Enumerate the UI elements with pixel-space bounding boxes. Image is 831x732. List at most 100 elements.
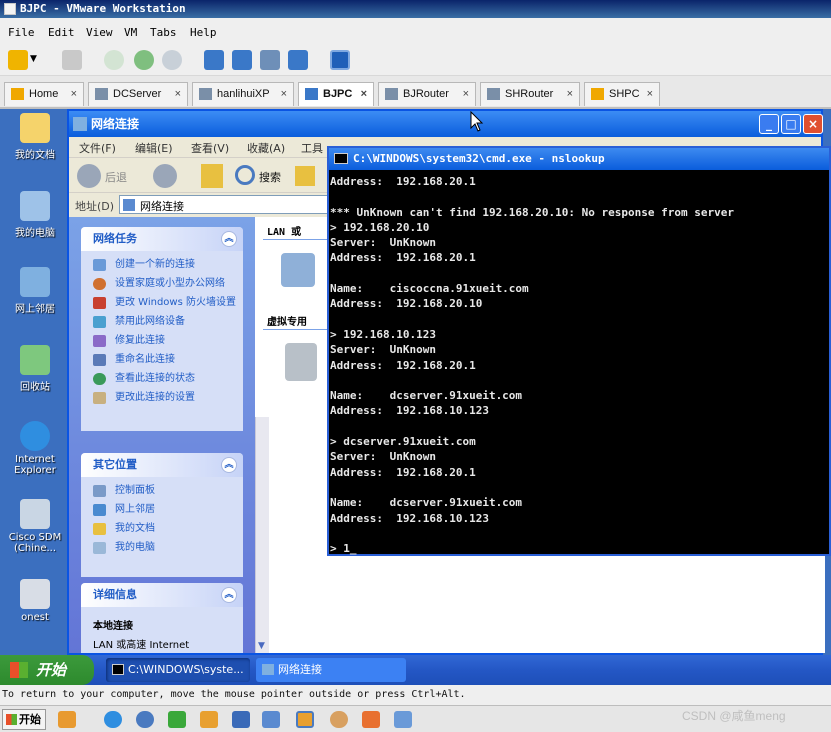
desktop-icon-internet-explorer[interactable]: Internet Explorer <box>2 421 68 476</box>
close-icon[interactable]: × <box>567 83 573 105</box>
menu-edit[interactable]: Edit <box>48 26 75 39</box>
menu-file[interactable]: 文件(F) <box>79 140 116 156</box>
search-button-label[interactable]: 搜索 <box>259 169 281 185</box>
fit-guest-icon[interactable] <box>260 50 280 70</box>
desktop-icon-my-documents[interactable]: 我的文档 <box>2 113 68 161</box>
menu-view[interactable]: View <box>86 26 113 39</box>
task-home-network[interactable]: 设置家庭或小型办公网络 <box>81 278 243 290</box>
cmd-window[interactable]: C:\WINDOWS\system32\cmd.exe - nslookup A… <box>327 146 831 556</box>
tab-bjpc[interactable]: BJPC × <box>298 82 374 106</box>
task-firewall-settings[interactable]: 更改 Windows 防火墙设置 <box>81 297 243 309</box>
menu-tabs[interactable]: Tabs <box>150 26 177 39</box>
dropdown-arrow-icon[interactable]: ▼ <box>30 54 37 64</box>
forward-arrow-icon[interactable] <box>153 164 177 188</box>
vm-icon <box>487 88 500 100</box>
view-full-icon[interactable] <box>232 50 252 70</box>
task-view-status[interactable]: 查看此连接的状态 <box>81 373 243 385</box>
task-rename-connection[interactable]: 重命名此连接 <box>81 354 243 366</box>
tab-hanlihuixp[interactable]: hanlihuiXP × <box>192 82 294 106</box>
thumbnail-bar-icon[interactable] <box>330 50 350 70</box>
place-network-places[interactable]: 网上邻居 <box>81 504 243 516</box>
package-icon[interactable] <box>200 711 218 728</box>
desktop-icon-cisco-sdm[interactable]: Cisco SDM (Chine... <box>2 499 68 554</box>
place-my-documents[interactable]: 我的文档 <box>81 523 243 535</box>
xp-start-button[interactable]: 开始 <box>0 655 94 685</box>
menu-vm[interactable]: VM <box>124 26 137 39</box>
tab-bjrouter[interactable]: BJRouter × <box>378 82 476 106</box>
close-icon[interactable]: × <box>71 83 77 105</box>
vpn-connection-icon[interactable] <box>285 343 317 381</box>
window-icon[interactable] <box>394 711 412 728</box>
menu-view[interactable]: 查看(V) <box>191 140 229 156</box>
menu-favorites[interactable]: 收藏(A) <box>247 140 285 156</box>
task-change-settings[interactable]: 更改此连接的设置 <box>81 392 243 404</box>
back-button-label[interactable]: 后退 <box>105 169 127 185</box>
place-control-panel[interactable]: 控制面板 <box>81 485 243 497</box>
desktop-icon-recycle-bin[interactable]: 回收站 <box>2 345 68 393</box>
chevron-up-icon[interactable]: ︽ <box>221 457 237 473</box>
network-icon[interactable] <box>136 711 154 728</box>
close-icon[interactable]: × <box>463 83 469 105</box>
revert-snapshot-icon[interactable] <box>134 50 154 70</box>
close-icon[interactable]: × <box>647 83 653 105</box>
chevron-up-icon[interactable]: ︽ <box>221 587 237 603</box>
menu-help[interactable]: Help <box>190 26 217 39</box>
powerpoint-icon[interactable] <box>362 711 380 728</box>
search-icon[interactable] <box>235 165 255 185</box>
tab-shpc[interactable]: SHPC × <box>584 82 660 106</box>
desktop-icon-onest[interactable]: onest <box>2 579 68 623</box>
close-icon[interactable]: × <box>361 83 367 105</box>
tab-home[interactable]: Home × <box>4 82 84 106</box>
desktop-icon-label: 网上邻居 <box>15 304 55 315</box>
watermark: CSDN @咸鱼meng <box>682 709 786 723</box>
folder-up-icon[interactable] <box>201 164 223 188</box>
display-icon[interactable] <box>262 711 280 728</box>
desktop-icon-my-computer[interactable]: 我的电脑 <box>2 191 68 239</box>
address-input[interactable]: 网络连接 <box>119 195 331 214</box>
maximize-button[interactable]: □ <box>781 114 801 134</box>
pause-icon[interactable] <box>8 50 28 70</box>
task-disable-device[interactable]: 禁用此网络设备 <box>81 316 243 328</box>
view-console-icon[interactable] <box>204 50 224 70</box>
folders-icon[interactable] <box>295 166 315 186</box>
close-icon[interactable]: × <box>281 83 287 105</box>
internet-explorer-icon[interactable] <box>104 711 122 728</box>
place-my-computer[interactable]: 我的电脑 <box>81 542 243 554</box>
task-create-connection[interactable]: 创建一个新的连接 <box>81 259 243 271</box>
ie-green-icon[interactable] <box>168 711 186 728</box>
panel-header[interactable]: 网络任务 ︽ <box>81 227 243 251</box>
media-icon[interactable] <box>330 711 348 728</box>
menu-edit[interactable]: 编辑(E) <box>135 140 173 156</box>
unity-icon[interactable] <box>288 50 308 70</box>
menu-file[interactable]: File <box>8 26 35 39</box>
desktop-icon-network-places[interactable]: 网上邻居 <box>2 267 68 315</box>
snapshot-icon[interactable] <box>104 50 124 70</box>
windows-logo-icon <box>6 714 17 725</box>
snapshot-manager-icon[interactable] <box>162 50 182 70</box>
grid-icon[interactable] <box>232 711 250 728</box>
network-icon[interactable] <box>62 50 82 70</box>
vmware-icon[interactable] <box>296 711 314 728</box>
host-start-button[interactable]: 开始 <box>2 709 46 730</box>
taskbar-item-network-connections[interactable]: 网络连接 <box>256 658 406 682</box>
menu-tools[interactable]: 工具 <box>301 140 323 156</box>
close-icon[interactable]: × <box>175 83 181 105</box>
close-button[interactable]: × <box>803 114 823 134</box>
local-connection-icon[interactable] <box>281 253 315 287</box>
tab-shrouter[interactable]: SHRouter × <box>480 82 580 106</box>
console-prompt-line[interactable]: > 1_ <box>330 541 830 556</box>
tab-dcserver[interactable]: DCServer × <box>88 82 188 106</box>
chevron-up-icon[interactable]: ︽ <box>221 231 237 247</box>
scroll-down-icon[interactable]: ▼ <box>258 641 265 651</box>
scrollbar[interactable]: ▼ <box>255 417 269 653</box>
task-repair-connection[interactable]: 修复此连接 <box>81 335 243 347</box>
taskbar-item-cmd[interactable]: C:\WINDOWS\syste... <box>106 658 250 682</box>
panel-header[interactable]: 详细信息 ︽ <box>81 583 243 607</box>
cmd-output[interactable]: Address: 192.168.20.1 *** UnKnown can't … <box>330 174 830 556</box>
tab-label: BJRouter <box>403 88 449 100</box>
minimize-button[interactable]: _ <box>759 114 779 134</box>
panel-header[interactable]: 其它位置 ︽ <box>81 453 243 477</box>
back-arrow-icon[interactable] <box>77 164 101 188</box>
apps-icon[interactable] <box>58 711 76 728</box>
